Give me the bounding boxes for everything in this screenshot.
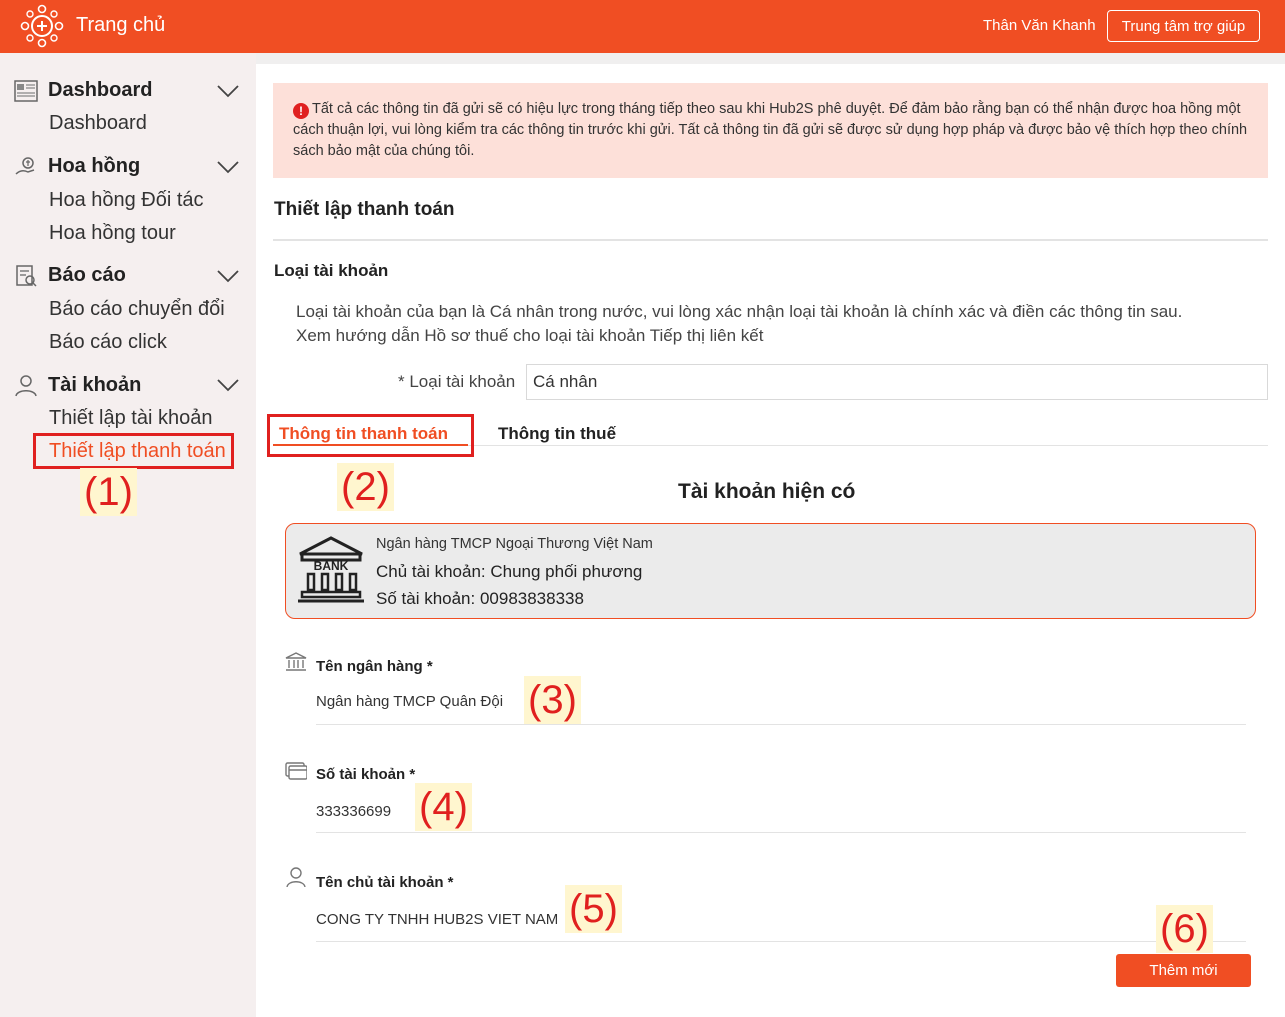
main-content: ! Tất cả các thông tin đã gửi sẽ có hiệu … bbox=[256, 64, 1285, 1017]
account-type-field[interactable]: Cá nhân bbox=[526, 364, 1268, 400]
existing-accounts-title: Tài khoản hiện có bbox=[678, 480, 856, 503]
annotation-label-5: (5) bbox=[565, 885, 622, 933]
sidebar-group-label: Tài khoản bbox=[48, 374, 142, 396]
tax-guide-link[interactable]: Xem hướng dẫn Hồ sơ thuế cho loại tài kh… bbox=[296, 324, 1182, 348]
alert-text: Tất cả các thông tin đã gửi sẽ có hiệu l… bbox=[293, 101, 1248, 159]
field-underline bbox=[316, 832, 1246, 833]
sidebar-group-label: Hoa hồng bbox=[48, 155, 141, 177]
sidebar-group-account[interactable]: Tài khoản bbox=[14, 374, 141, 397]
help-center-button[interactable]: Trung tâm trợ giúp bbox=[1107, 10, 1260, 42]
annotation-highlight-1 bbox=[33, 433, 234, 469]
sidebar-item-account-setup[interactable]: Thiết lập tài khoản bbox=[49, 407, 212, 430]
sidebar-group-label: Dashboard bbox=[48, 79, 153, 101]
page-title: Thiết lập thanh toán bbox=[274, 199, 455, 220]
sidebar-group-report[interactable]: Báo cáo bbox=[14, 264, 126, 287]
annotation-label-1: (1) bbox=[80, 468, 137, 516]
user-icon bbox=[15, 374, 37, 396]
person-icon bbox=[286, 867, 306, 887]
brand-title[interactable]: Trang chủ bbox=[76, 14, 165, 37]
logo-icon[interactable] bbox=[18, 4, 66, 48]
top-header: Trang chủ Thân Văn Khanh Trung tâm trợ g… bbox=[0, 0, 1285, 53]
sidebar-item-tour-commission[interactable]: Hoa hồng tour bbox=[49, 222, 176, 245]
sidebar-group-dashboard[interactable]: Dashboard bbox=[14, 79, 152, 102]
existing-bank-card[interactable]: BANK Ngân hàng TMCP Ngoại Thương Việt Na… bbox=[285, 523, 1256, 619]
sidebar-item-partner-commission[interactable]: Hoa hồng Đối tác bbox=[49, 189, 204, 212]
divider bbox=[273, 239, 1268, 241]
dashboard-icon bbox=[14, 79, 38, 102]
field-underline bbox=[316, 724, 1246, 725]
chevron-down-icon[interactable] bbox=[216, 83, 240, 99]
bank-card-number: Số tài khoản: 00983838338 bbox=[376, 589, 584, 608]
annotation-label-2: (2) bbox=[337, 463, 394, 511]
commission-icon bbox=[15, 156, 35, 175]
sidebar-item-dashboard[interactable]: Dashboard bbox=[49, 112, 147, 135]
card-icon bbox=[285, 762, 307, 780]
description-line: Loại tài khoản của bạn là Cá nhân trong … bbox=[296, 302, 1183, 321]
sidebar-group-commission[interactable]: Hoa hồng bbox=[14, 155, 140, 178]
user-name[interactable]: Thân Văn Khanh bbox=[983, 17, 1096, 34]
info-alert: ! Tất cả các thông tin đã gửi sẽ có hiệu … bbox=[273, 83, 1268, 178]
chevron-down-icon[interactable] bbox=[216, 268, 240, 284]
exclamation-icon: ! bbox=[293, 103, 309, 119]
report-icon bbox=[16, 264, 37, 287]
annotation-label-3: (3) bbox=[524, 676, 581, 724]
bank-icon-text: BANK bbox=[314, 559, 349, 573]
annotation-label-6: (6) bbox=[1156, 905, 1213, 953]
sidebar-group-label: Báo cáo bbox=[48, 264, 126, 286]
bank-icon: BANK bbox=[298, 536, 364, 603]
account-holder-input[interactable]: CONG TY TNHH HUB2S VIET NAM bbox=[316, 911, 558, 928]
sidebar-item-click-report[interactable]: Báo cáo click bbox=[49, 331, 167, 354]
account-type-description: Loại tài khoản của bạn là Cá nhân trong … bbox=[296, 300, 1182, 348]
account-type-label: * Loại tài khoản bbox=[398, 372, 516, 391]
field-underline bbox=[316, 941, 1246, 942]
account-number-label: Số tài khoản * bbox=[316, 766, 416, 783]
bank-name-input[interactable]: Ngân hàng TMCP Quân Đội bbox=[316, 693, 503, 710]
annotation-label-4: (4) bbox=[415, 783, 472, 831]
sidebar-item-conversion-report[interactable]: Báo cáo chuyển đổi bbox=[49, 298, 225, 321]
bank-building-icon bbox=[285, 652, 307, 671]
account-type-heading: Loại tài khoản bbox=[274, 261, 389, 280]
bank-card-name: Ngân hàng TMCP Ngoại Thương Việt Nam bbox=[376, 536, 653, 552]
chevron-down-icon[interactable] bbox=[216, 159, 240, 175]
add-new-button[interactable]: Thêm mới bbox=[1116, 954, 1251, 987]
annotation-highlight-2 bbox=[267, 414, 474, 457]
bank-name-label: Tên ngân hàng * bbox=[316, 658, 433, 675]
tab-tax-info[interactable]: Thông tin thuế bbox=[498, 424, 616, 444]
bank-card-holder: Chủ tài khoản: Chung phối phương bbox=[376, 562, 643, 581]
chevron-down-icon[interactable] bbox=[216, 377, 240, 393]
account-number-input[interactable]: 333336699 bbox=[316, 803, 391, 820]
account-holder-label: Tên chủ tài khoản * bbox=[316, 874, 454, 891]
sidebar: Dashboard Dashboard Hoa hồng Hoa hồng Đố… bbox=[0, 53, 256, 1017]
